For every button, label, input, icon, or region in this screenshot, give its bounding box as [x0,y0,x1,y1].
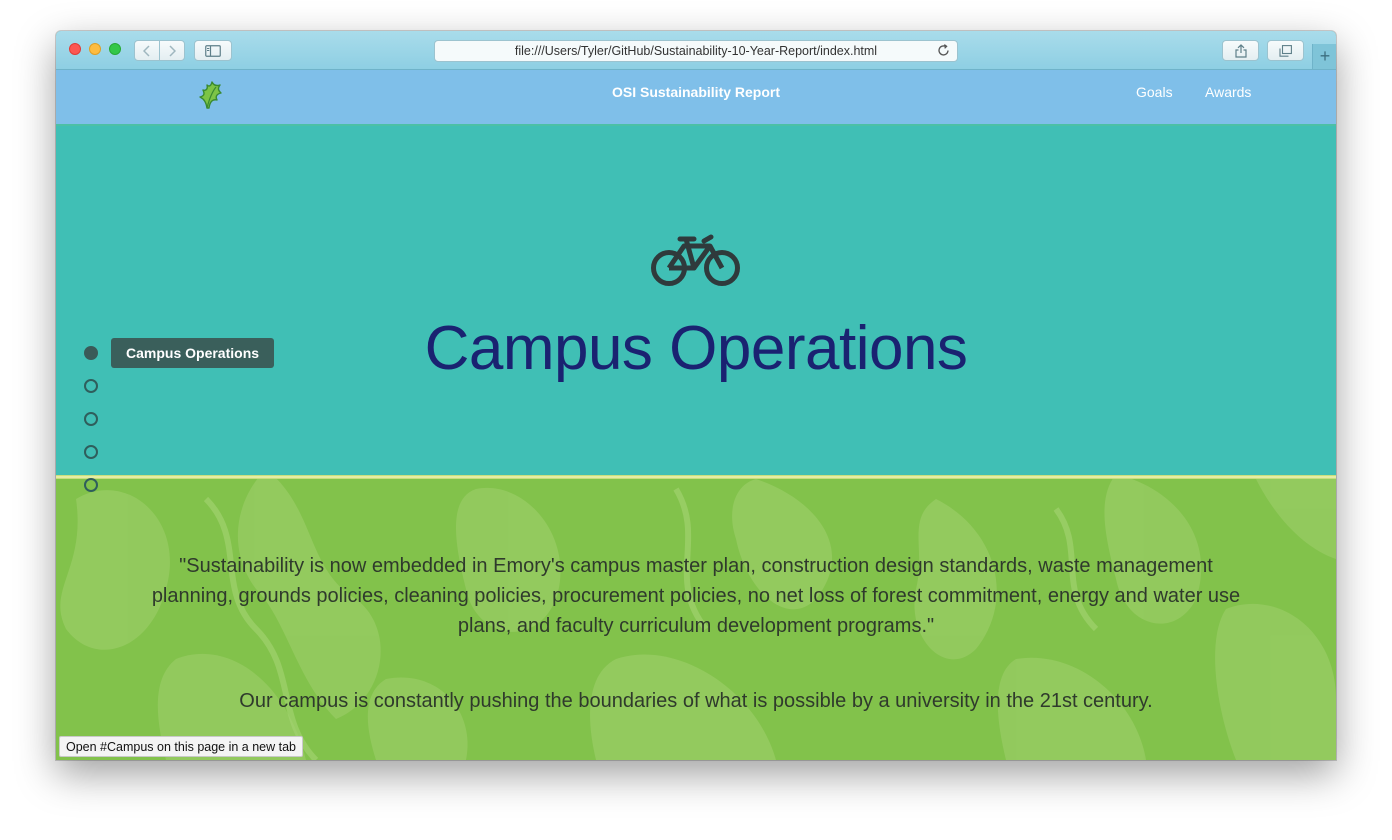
section-dot-tooltip: Campus Operations [111,338,275,368]
section-dot-campus-operations[interactable] [84,346,98,360]
sidebar-icon [205,44,221,57]
section-dot-5[interactable] [84,478,98,492]
site-navbar: OSI Sustainability Report Goals Awards [56,70,1336,126]
nav-link-goals[interactable]: Goals [1136,84,1173,100]
mission-statement: Our campus is constantly pushing the bou… [239,690,1153,712]
back-button[interactable] [134,40,160,61]
sidebar-toggle-button[interactable] [194,40,232,61]
forward-button[interactable] [159,40,185,61]
chevron-right-icon [169,44,176,57]
plus-icon: + [1319,46,1331,66]
hero-section: Campus Operations [56,126,1336,475]
close-window-button[interactable] [69,43,81,55]
intro-section: "Sustainability is now embedded in Emory… [56,479,1336,760]
section-dot-3[interactable] [84,412,98,426]
reload-icon[interactable] [936,43,951,58]
zoom-window-button[interactable] [109,43,121,55]
tab-overview-button[interactable] [1267,40,1304,61]
new-tab-button[interactable]: + [1312,44,1336,69]
share-button[interactable] [1222,40,1259,61]
section-dot-4[interactable] [84,445,98,459]
browser-toolbar: file:///Users/Tyler/GitHub/Sustainabilit… [56,31,1336,70]
browser-window: file:///Users/Tyler/GitHub/Sustainabilit… [56,31,1336,760]
chevron-left-icon [143,44,150,57]
section-dot-2[interactable] [84,379,98,393]
nav-link-awards[interactable]: Awards [1205,84,1251,100]
quote-text: "Sustainability is now embedded in Emory… [151,555,1241,637]
tabs-icon [1279,44,1292,57]
minimize-window-button[interactable] [89,43,101,55]
bicycle-icon [651,234,740,286]
share-icon [1234,43,1247,58]
address-bar[interactable]: file:///Users/Tyler/GitHub/Sustainabilit… [434,40,958,62]
url-text: file:///Users/Tyler/GitHub/Sustainabilit… [514,44,878,58]
link-status-bar: Open #Campus on this page in a new tab [59,736,304,757]
